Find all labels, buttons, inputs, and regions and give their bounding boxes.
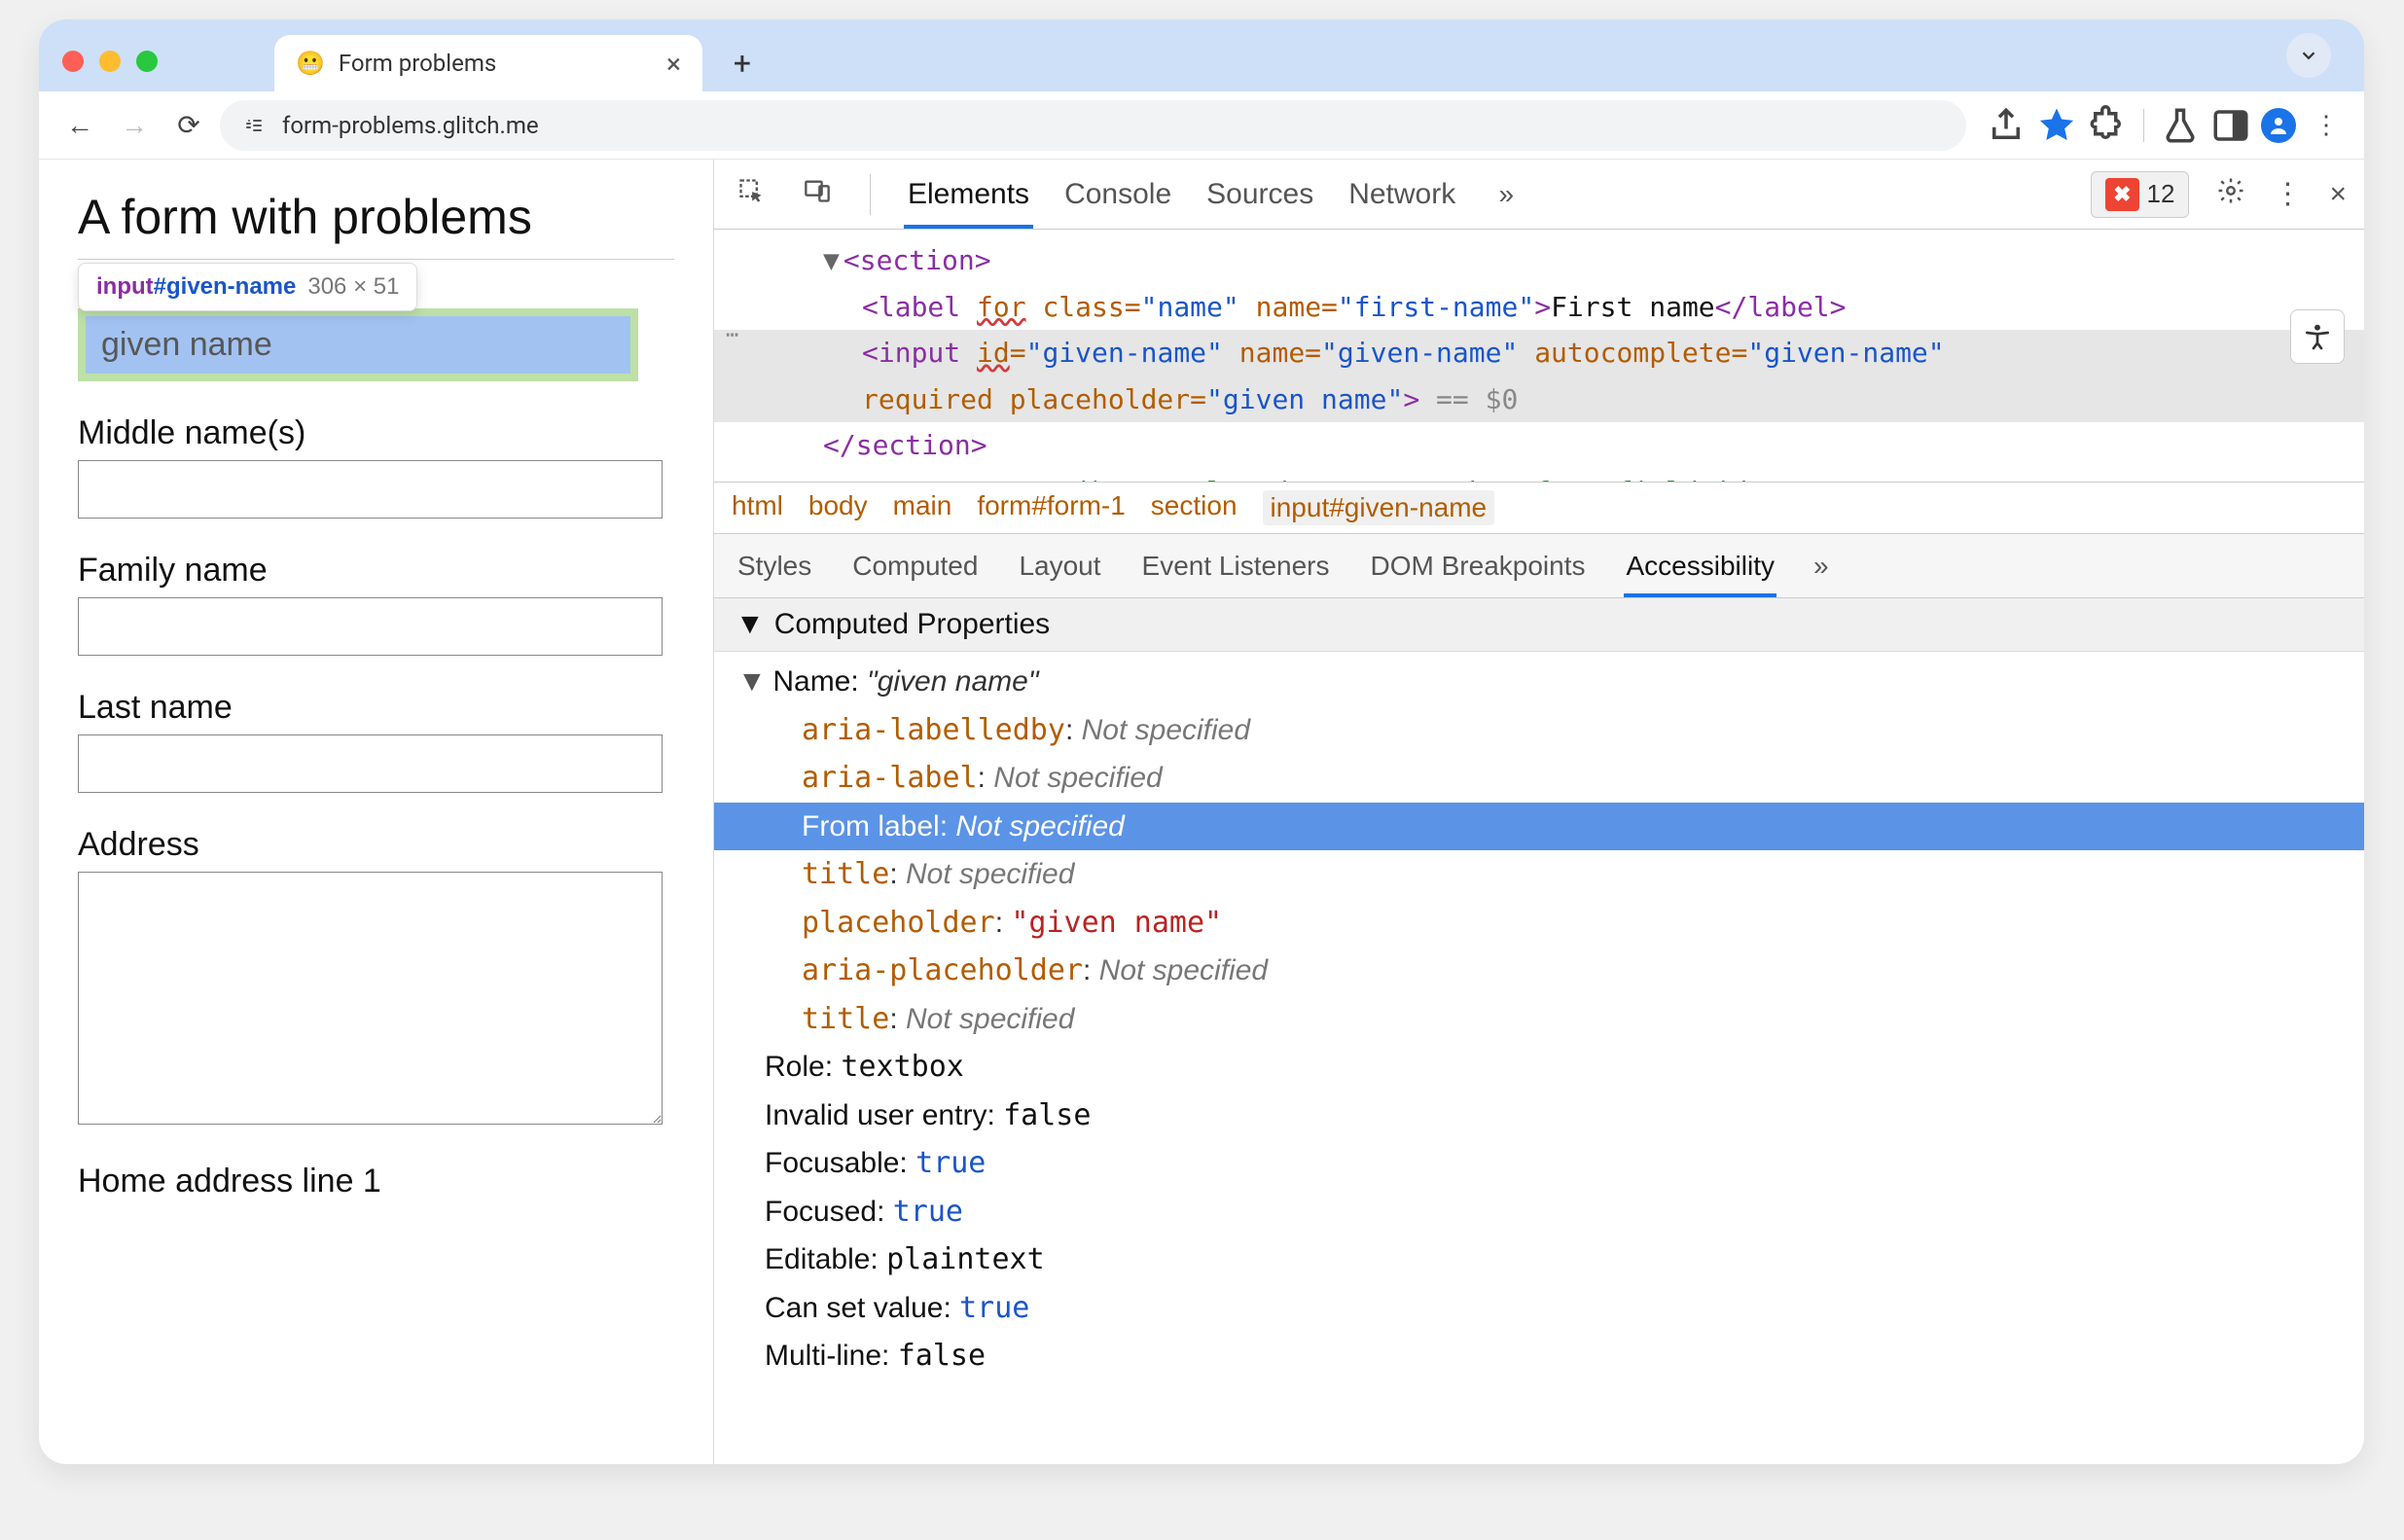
error-icon: ✖ [2105, 178, 2138, 211]
devtools-panel: Elements Console Sources Network » ✖ 12 … [714, 160, 2364, 1464]
page-title: A form with problems [78, 189, 674, 260]
more-tabs-button[interactable]: » [1487, 179, 1525, 210]
subtab-styles[interactable]: Styles [736, 535, 813, 597]
page-content: A form with problems input#given-name 30… [39, 160, 714, 1464]
dom-gutter-dots[interactable]: ⋯ [726, 317, 738, 353]
extensions-button[interactable] [2087, 105, 2128, 146]
devtools-menu-button[interactable]: ⋮ [2273, 177, 2302, 211]
family-name-input[interactable] [78, 597, 663, 656]
last-name-input[interactable] [78, 734, 663, 793]
forward-button[interactable]: → [111, 102, 158, 149]
share-button[interactable] [1986, 105, 2027, 146]
from-label-row[interactable]: From label: Not specified [714, 803, 2364, 851]
middle-name-label: Middle name(s) [78, 414, 674, 452]
subtab-event-listeners[interactable]: Event Listeners [1140, 535, 1332, 597]
inspect-icon [737, 177, 765, 204]
highlighted-element: given name [78, 308, 638, 381]
menu-button[interactable]: ⋮ [2306, 105, 2347, 146]
address-label: Address [78, 826, 674, 864]
person-icon [2267, 114, 2290, 137]
tab-console[interactable]: Console [1060, 161, 1175, 229]
tab-favicon: 😬 [296, 50, 325, 77]
home-line1-label: Home address line 1 [78, 1163, 674, 1200]
last-name-label: Last name [78, 689, 674, 727]
accessibility-badge[interactable] [2290, 309, 2345, 364]
address-textarea[interactable] [78, 872, 663, 1125]
tab-title: Form problems [339, 50, 496, 77]
inspect-element-button[interactable] [732, 177, 771, 211]
gear-icon [2216, 176, 2245, 205]
error-count-badge[interactable]: ✖ 12 [2091, 171, 2189, 218]
side-panel-button[interactable] [2210, 105, 2251, 146]
share-icon [1986, 105, 2027, 146]
tab-search-button[interactable] [2286, 33, 2331, 78]
puzzle-icon [2087, 105, 2128, 146]
new-tab-button[interactable]: + [714, 35, 771, 91]
star-icon [2036, 105, 2077, 146]
address-url: form-problems.glitch.me [282, 112, 539, 139]
maximize-window-button[interactable] [136, 51, 158, 72]
tooltip-dimensions: 306 × 51 [307, 273, 399, 301]
minimize-window-button[interactable] [99, 51, 121, 72]
devtools-toolbar: Elements Console Sources Network » ✖ 12 … [714, 160, 2364, 230]
middle-name-input[interactable] [78, 460, 663, 519]
browser-toolbar: ← → ⟳ form-problems.glitch.me [39, 91, 2364, 160]
dom-tree[interactable]: ⋯ ▼<section> <label for class="name" nam… [714, 230, 2364, 483]
person-accessibility-icon [2302, 321, 2333, 352]
reload-button[interactable]: ⟳ [165, 102, 212, 149]
close-window-button[interactable] [62, 51, 84, 72]
tab-sources[interactable]: Sources [1202, 161, 1317, 229]
toolbar-actions: ⋮ [1986, 105, 2347, 146]
more-subtabs-button[interactable]: » [1813, 551, 1829, 582]
devtools-subtabs: Styles Computed Layout Event Listeners D… [714, 534, 2364, 598]
subtab-computed[interactable]: Computed [850, 535, 980, 597]
element-inspect-tooltip: input#given-name 306 × 51 [78, 263, 417, 311]
dom-breadcrumb[interactable]: html body main form#form-1 section input… [714, 483, 2364, 534]
browser-window: 😬 Form problems × + ← → ⟳ form-problems.… [39, 19, 2364, 1464]
subtab-layout[interactable]: Layout [1017, 535, 1102, 597]
close-devtools-button[interactable]: × [2329, 178, 2347, 211]
tab-network[interactable]: Network [1345, 161, 1459, 229]
subtab-accessibility[interactable]: Accessibility [1624, 535, 1776, 597]
computed-properties-header[interactable]: ▼ Computed Properties [714, 598, 2364, 652]
panel-icon [2210, 105, 2251, 146]
device-toggle-button[interactable] [798, 177, 837, 211]
site-info-icon[interactable] [239, 111, 269, 140]
given-name-input[interactable]: given name [86, 316, 630, 374]
flask-icon [2160, 105, 2201, 146]
tab-elements[interactable]: Elements [904, 161, 1033, 229]
labs-button[interactable] [2160, 105, 2201, 146]
chevron-down-icon [2298, 45, 2319, 66]
browser-tab[interactable]: 😬 Form problems × [274, 35, 702, 91]
close-tab-icon[interactable]: × [666, 48, 681, 80]
back-button[interactable]: ← [56, 102, 103, 149]
settings-button[interactable] [2216, 176, 2245, 213]
bookmark-button[interactable] [2036, 105, 2077, 146]
family-name-label: Family name [78, 552, 674, 590]
devices-icon [804, 177, 831, 204]
accessibility-properties: ▼ Name: "given name" aria-labelledby: No… [714, 652, 2364, 1410]
window-controls [62, 51, 158, 72]
tab-strip: 😬 Form problems × + [39, 19, 2364, 91]
subtab-dom-breakpoints[interactable]: DOM Breakpoints [1369, 535, 1588, 597]
profile-button[interactable] [2261, 108, 2296, 143]
address-bar[interactable]: form-problems.glitch.me [220, 100, 1966, 151]
